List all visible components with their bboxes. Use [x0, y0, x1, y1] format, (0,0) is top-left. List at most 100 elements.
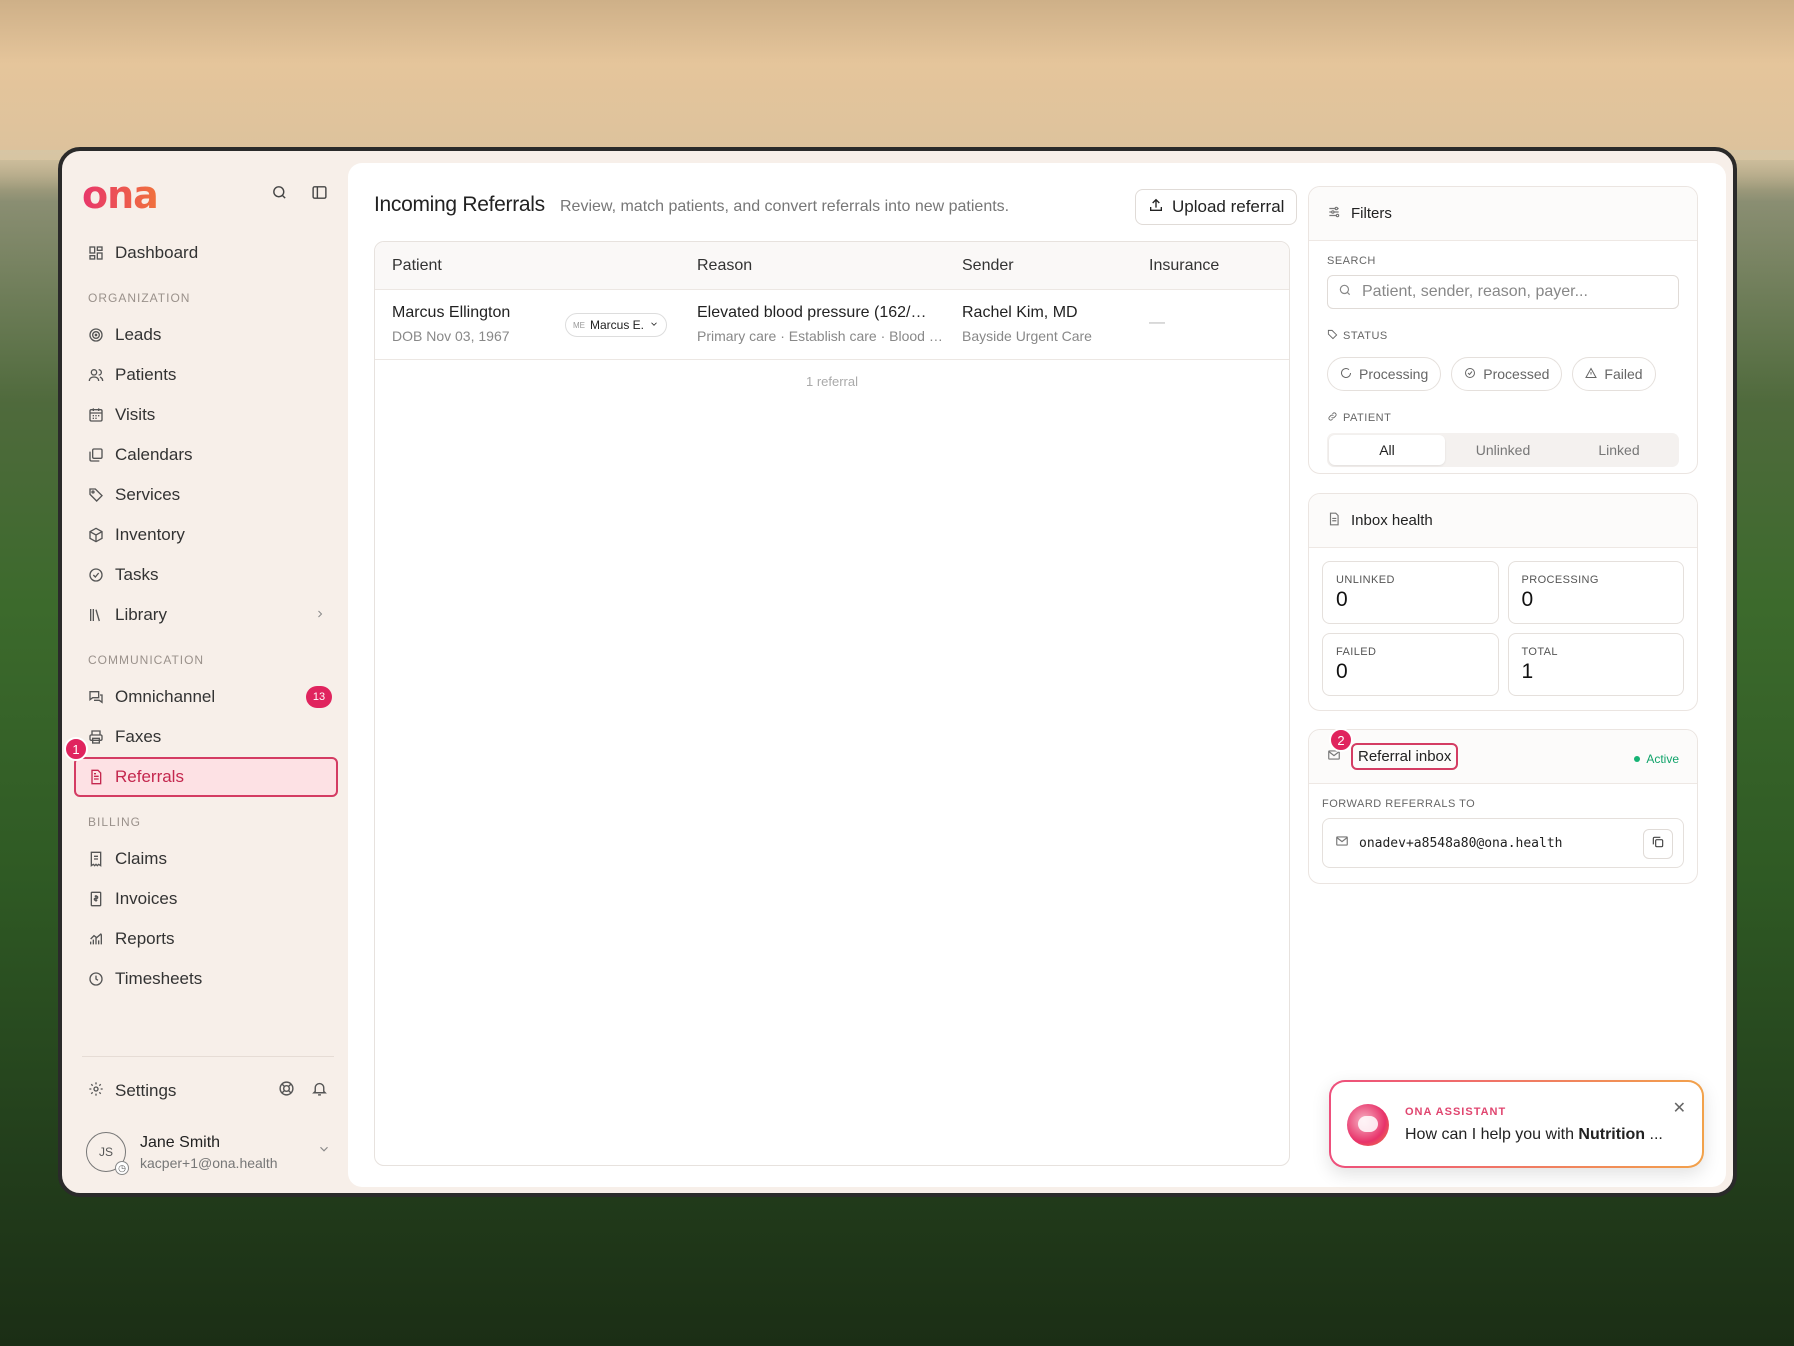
- sidebar-item-omnichannel[interactable]: Omnichannel 13: [76, 677, 338, 717]
- segment-unlinked[interactable]: Unlinked: [1445, 435, 1561, 465]
- sidebar-item-label: Settings: [115, 1081, 177, 1100]
- status-chip-processed[interactable]: Processed: [1451, 357, 1563, 391]
- patient-name: Marcus Ellington: [392, 304, 511, 321]
- assistant-popup[interactable]: ONA ASSISTANT How can I help you with Nu…: [1329, 1080, 1704, 1168]
- stat-value: 0: [1336, 588, 1348, 611]
- sidebar-item-label: Invoices: [115, 889, 178, 908]
- forward-email-field[interactable]: onadev+a8548a80@ona.health: [1322, 818, 1684, 868]
- tag-icon: [1327, 329, 1338, 343]
- page-subtitle: Review, match patients, and convert refe…: [560, 198, 1010, 215]
- status-label-text: STATUS: [1343, 330, 1388, 342]
- sidebar-item-reports[interactable]: Reports: [76, 919, 338, 959]
- column-header-insurance[interactable]: Insurance: [1149, 257, 1219, 275]
- status-badge: Active: [1634, 752, 1679, 766]
- user-menu[interactable]: JS ◷ Jane Smith kacper+1@ona.health: [86, 1126, 331, 1178]
- gear-icon: [88, 1081, 106, 1102]
- inbox-health-panel: Inbox health UNLINKED 0 PROCESSING 0 FAI…: [1308, 493, 1698, 711]
- chevron-down-icon[interactable]: [317, 1142, 331, 1161]
- search-icon: [1338, 283, 1352, 302]
- segment-linked[interactable]: Linked: [1561, 435, 1677, 465]
- insurance-value: —: [1149, 314, 1165, 331]
- chart-icon: [88, 930, 106, 948]
- target-icon: [88, 326, 106, 344]
- column-header-patient[interactable]: Patient: [392, 257, 442, 275]
- sidebar-item-label: Timesheets: [115, 969, 203, 988]
- sidebar-item-label: Leads: [115, 325, 162, 344]
- sidebar-item-calendars[interactable]: Calendars: [76, 435, 338, 475]
- column-header-reason[interactable]: Reason: [697, 257, 752, 275]
- filters-title: Filters: [1351, 205, 1392, 222]
- chip-label: Failed: [1604, 366, 1643, 382]
- sidebar: ona Dashboard ORGANIZATION Leads Patient…: [62, 151, 348, 1193]
- printer-icon: [88, 728, 106, 746]
- chip-label: Processing: [1359, 366, 1429, 382]
- referral-inbox-title: Referral inbox: [1351, 743, 1459, 770]
- sidebar-item-label: Claims: [115, 849, 167, 868]
- sidebar-item-services[interactable]: Services: [76, 475, 338, 515]
- mail-icon: [1335, 834, 1349, 852]
- check-circle-icon: [1464, 366, 1476, 382]
- chat-icon: [88, 688, 106, 706]
- link-icon: [1327, 411, 1338, 425]
- search-icon[interactable]: [268, 181, 290, 203]
- upload-referral-button[interactable]: Upload referral: [1135, 189, 1298, 225]
- sidebar-item-settings[interactable]: Settings: [88, 1071, 328, 1111]
- status-chip-processing[interactable]: Processing: [1327, 357, 1442, 391]
- referrals-table: Patient Reason Sender Insurance Marcus E…: [374, 241, 1290, 1166]
- invoice-icon: [88, 890, 106, 908]
- sidebar-item-tasks[interactable]: Tasks: [76, 555, 338, 595]
- sidebar-item-invoices[interactable]: Invoices: [76, 879, 338, 919]
- bell-icon[interactable]: [311, 1080, 328, 1102]
- inbox-stats: UNLINKED 0 PROCESSING 0 FAILED 0 TOTAL 1: [1309, 548, 1697, 709]
- sidebar-item-leads[interactable]: Leads: [76, 315, 338, 355]
- sidebar-item-dashboard[interactable]: Dashboard: [76, 233, 338, 273]
- calendar-grid-icon: [88, 406, 106, 424]
- sidebar-item-inventory[interactable]: Inventory: [76, 515, 338, 555]
- stat-processing: PROCESSING 0: [1507, 561, 1684, 624]
- referral-inbox-header: Referral inbox Active: [1309, 730, 1697, 784]
- filters-search-input[interactable]: Patient, sender, reason, payer...: [1327, 275, 1679, 309]
- document-icon: [1327, 512, 1341, 530]
- sidebar-toggle-icon[interactable]: [308, 181, 330, 203]
- sliders-icon: [1327, 205, 1341, 223]
- copy-button[interactable]: [1643, 829, 1673, 859]
- sender-org: Bayside Urgent Care: [962, 328, 1092, 344]
- assistant-logo-icon: [1347, 1104, 1389, 1146]
- help-lifebuoy-icon[interactable]: [278, 1080, 295, 1102]
- sidebar-item-timesheets[interactable]: Timesheets: [76, 959, 338, 999]
- column-header-sender[interactable]: Sender: [962, 257, 1014, 275]
- referral-reason-detail: Primary care · Establish care · Blood …: [697, 328, 943, 344]
- sidebar-item-library[interactable]: Library: [76, 595, 338, 635]
- document-icon: [88, 768, 106, 786]
- close-icon[interactable]: ✕: [1673, 1098, 1686, 1118]
- ona-logo[interactable]: ona: [82, 173, 159, 217]
- page-title: Incoming Referrals: [374, 193, 545, 216]
- sidebar-item-visits[interactable]: Visits: [76, 395, 338, 435]
- user-email: kacper+1@ona.health: [140, 1154, 278, 1171]
- sidebar-item-patients[interactable]: Patients: [76, 355, 338, 395]
- copy-icon: [1651, 835, 1665, 853]
- segment-all[interactable]: All: [1329, 435, 1445, 465]
- sidebar-item-faxes[interactable]: Faxes: [76, 717, 338, 757]
- sidebar-item-label: Visits: [115, 405, 156, 424]
- stat-unlinked: UNLINKED 0: [1322, 561, 1499, 624]
- avatar-initials: JS: [98, 1145, 113, 1159]
- inbox-health-header: Inbox health: [1309, 494, 1697, 548]
- table-row[interactable]: Marcus Ellington DOB Nov 03, 1967 ME Mar…: [375, 290, 1289, 360]
- chip-label: Processed: [1483, 366, 1550, 382]
- status-text: Active: [1646, 752, 1679, 766]
- calendars-icon: [88, 446, 106, 464]
- unread-badge: 13: [306, 686, 332, 708]
- warning-triangle-icon: [1585, 366, 1598, 382]
- status-chip-failed[interactable]: Failed: [1572, 357, 1656, 391]
- search-label: SEARCH: [1327, 255, 1376, 267]
- section-label-billing: BILLING: [88, 815, 142, 829]
- assistant-label: ONA ASSISTANT: [1405, 1106, 1507, 1118]
- sidebar-item-label: Reports: [115, 929, 175, 948]
- upload-referral-label: Upload referral: [1172, 197, 1285, 216]
- patient-match-select[interactable]: ME Marcus E.: [565, 313, 668, 337]
- sidebar-item-claims[interactable]: Claims: [76, 839, 338, 879]
- sidebar-item-referrals[interactable]: Referrals: [74, 757, 338, 797]
- library-icon: [88, 606, 106, 624]
- referral-inbox-panel: Referral inbox Active 2 FORWARD REFERRAL…: [1308, 728, 1698, 884]
